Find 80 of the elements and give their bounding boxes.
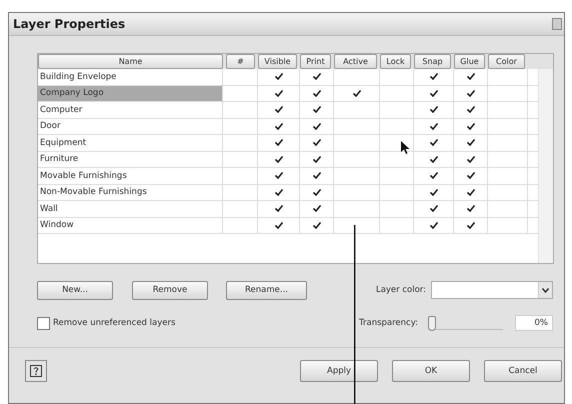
- checkmark-icon: [466, 90, 474, 97]
- checkmark-icon: [274, 106, 282, 114]
- checkmark-icon: [430, 205, 438, 212]
- checkmark-icon: [274, 156, 282, 163]
- transparency-slider[interactable]: [428, 316, 503, 330]
- layer-name[interactable]: Equipment: [38, 135, 223, 150]
- column-header[interactable]: Color: [488, 54, 525, 69]
- layer-button[interactable]: New...: [37, 280, 113, 300]
- layer-name[interactable]: Non-Movable Furnishings: [38, 184, 223, 200]
- checkmark-icon: [274, 139, 282, 146]
- checkmark-icon: [274, 73, 282, 80]
- help-icon: [30, 365, 42, 377]
- layer-name[interactable]: Company Logo: [38, 86, 223, 101]
- checkmark-icon: [274, 205, 282, 212]
- checkmark-icon: [466, 73, 474, 80]
- checkbox-label: Remove unreferenced layers: [53, 318, 176, 328]
- layer-name[interactable]: Movable Furnishings: [38, 168, 223, 184]
- checkmark-icon: [466, 172, 474, 180]
- layer-button[interactable]: Remove: [132, 280, 208, 300]
- slider-thumb[interactable]: [428, 316, 436, 331]
- checkmark-icon: [430, 122, 438, 130]
- checkmark-icon: [312, 222, 320, 229]
- layer-button[interactable]: Rename...: [226, 280, 307, 300]
- checkmark-icon: [466, 106, 474, 114]
- checkmark-icon: [430, 90, 438, 97]
- checkmark-icon: [274, 90, 282, 97]
- checkmark-icon: [312, 139, 320, 146]
- checkmark-icon: [430, 106, 438, 114]
- layer-name[interactable]: Computer: [38, 102, 223, 118]
- layer-color-label: Layer color:: [376, 285, 426, 295]
- scrollbar[interactable]: [538, 69, 553, 263]
- column-header[interactable]: Name: [38, 54, 223, 69]
- dialog-button[interactable]: OK: [392, 360, 470, 382]
- checkmark-icon: [430, 172, 438, 180]
- checkmark-icon: [312, 188, 320, 196]
- checkmark-icon: [430, 139, 438, 146]
- checkmark-icon: [352, 90, 360, 97]
- column-header[interactable]: Active: [334, 54, 377, 69]
- checkmark-icon: [466, 139, 474, 146]
- checkmark-icon: [466, 122, 474, 130]
- checkmark-icon: [274, 122, 282, 130]
- dialog-button[interactable]: Cancel: [484, 360, 562, 382]
- chevron-down-icon: [542, 288, 549, 292]
- layer-name[interactable]: Window: [38, 218, 223, 233]
- layer-color-dropdown[interactable]: [431, 281, 553, 299]
- checkmark-icon: [430, 188, 438, 196]
- checkmark-icon: [312, 172, 320, 180]
- checkmark-icon: [274, 222, 282, 229]
- layer-name[interactable]: Furniture: [38, 152, 223, 167]
- checkmark-icon: [430, 156, 438, 163]
- help-button[interactable]: [25, 360, 47, 382]
- column-header[interactable]: Visible: [258, 54, 297, 69]
- checkmark-icon: [430, 73, 438, 80]
- window-title: Layer Properties: [13, 17, 126, 31]
- transparency-label: Transparency:: [359, 318, 418, 328]
- checkmark-icon: [274, 172, 282, 180]
- dialog-button[interactable]: Apply: [300, 360, 378, 382]
- layer-name[interactable]: Building Envelope: [38, 69, 223, 84]
- checkmark-icon: [312, 90, 320, 97]
- transparency-field[interactable]: 0%: [515, 315, 553, 331]
- column-header[interactable]: Print: [300, 54, 331, 69]
- checkmark-icon: [466, 205, 474, 212]
- checkmark-icon: [466, 156, 474, 163]
- checkmark-icon: [312, 156, 320, 163]
- mouse-pointer-icon: [401, 141, 410, 155]
- column-header[interactable]: Glue: [454, 54, 485, 69]
- layer-name[interactable]: Door: [38, 118, 223, 134]
- column-header[interactable]: #: [226, 54, 255, 69]
- checkbox[interactable]: [37, 316, 50, 330]
- checkmark-icon: [430, 222, 438, 229]
- checkmark-icon: [312, 106, 320, 114]
- checkmark-icon: [312, 122, 320, 130]
- checkmark-icon: [274, 188, 282, 196]
- layer-name[interactable]: Wall: [38, 201, 223, 216]
- checkmark-icon: [312, 205, 320, 212]
- column-header[interactable]: Lock: [380, 54, 411, 69]
- checkmark-icon: [466, 222, 474, 229]
- checkmark-icon: [466, 188, 474, 196]
- column-header[interactable]: Snap: [414, 54, 451, 69]
- checkmark-icon: [312, 73, 320, 80]
